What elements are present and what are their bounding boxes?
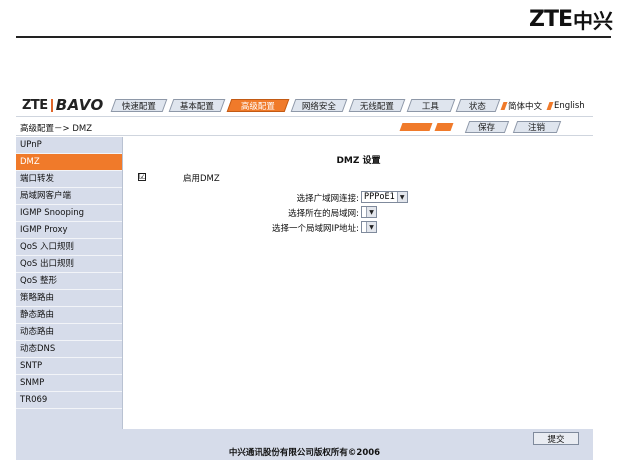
sidebar-item-igmp-proxy[interactable]: IGMP Proxy (16, 222, 122, 239)
wan-connection-select[interactable]: PPPoE1 ▼ (361, 191, 408, 203)
logout-button[interactable]: 注销 (512, 121, 562, 133)
header-divider (16, 36, 611, 38)
tab-label: 高级配置 (240, 101, 275, 112)
breadcrumb-bar: 高级配置－> DMZ 保存 注销 (16, 118, 593, 136)
sidebar-item-tr069[interactable]: TR069 (16, 392, 122, 409)
sidebar-item-dynamic-dns[interactable]: 动态DNS (16, 341, 122, 358)
sidebar-item-dynamic-routing[interactable]: 动态路由 (16, 324, 122, 341)
tab-label: 基本配置 (179, 101, 214, 112)
sidebar-item-snmp[interactable]: SNMP (16, 375, 122, 392)
save-button-label: 保存 (478, 123, 496, 133)
tab-status[interactable]: 状态 (455, 99, 501, 112)
lan-ip-label: 选择一个局域网IP地址: (272, 224, 359, 234)
enable-dmz-checkbox[interactable]: ☑ (138, 173, 146, 181)
lan-select[interactable]: ▼ (361, 206, 377, 218)
tab-wireless[interactable]: 无线配置 (348, 99, 406, 112)
sidebar-item-static-routing[interactable]: 静态路由 (16, 307, 122, 324)
language-chinese[interactable]: 简体中文 (500, 100, 543, 112)
sidebar-item-sntp[interactable]: SNTP (16, 358, 122, 375)
sidebar-menu: UPnP DMZ 端口转发 局域网客户端 IGMP Snooping IGMP … (16, 137, 122, 460)
chevron-down-icon: ▼ (396, 192, 407, 202)
page-title: DMZ 设置 (336, 156, 381, 166)
sidebar-item-lan-clients[interactable]: 局域网客户端 (16, 188, 122, 205)
app-logo-zte: ZTE (22, 97, 48, 113)
language-marker-icon (500, 102, 508, 110)
sidebar-item-upnp[interactable]: UPnP (16, 137, 122, 154)
tab-basic-setup[interactable]: 基本配置 (168, 99, 226, 112)
lan-ip-select[interactable]: ▼ (361, 221, 377, 233)
tab-label: 状态 (469, 101, 487, 112)
sidebar-item-qos-egress[interactable]: QoS 出口规则 (16, 256, 122, 273)
wan-connection-value: PPPoE1 (364, 192, 395, 202)
breadcrumb: 高级配置－> DMZ (20, 124, 93, 134)
logout-button-label: 注销 (528, 123, 546, 133)
tab-label: 无线配置 (359, 101, 394, 112)
chevron-down-icon: ▼ (366, 222, 376, 232)
copyright-footer: 中兴通讯股份有限公司版权所有©2006 (16, 447, 593, 460)
zte-brand-logo: ZTE 中兴 (529, 6, 613, 33)
tab-security[interactable]: 网络安全 (290, 99, 348, 112)
sidebar-item-igmp-snooping[interactable]: IGMP Snooping (16, 205, 122, 222)
chevron-down-icon: ▼ (366, 207, 376, 217)
router-admin-app: ZTE BAVO 快速配置 基本配置 高级配置 网络安全 无线配置 工具 状态 … (16, 94, 593, 460)
app-logo: ZTE BAVO (22, 96, 104, 114)
tab-tools[interactable]: 工具 (406, 99, 456, 112)
sidebar-item-qos-ingress[interactable]: QoS 入口规则 (16, 239, 122, 256)
logo-separator (50, 98, 53, 112)
tab-label: 网络安全 (301, 101, 336, 112)
sidebar-item-qos-shaping[interactable]: QoS 整形 (16, 273, 122, 290)
decorative-stripe (399, 123, 433, 131)
wan-connection-label: 选择广域网连接: (296, 194, 359, 204)
decorative-stripe (434, 123, 454, 131)
tab-label: 工具 (422, 101, 440, 112)
submit-button[interactable]: 提交 (533, 432, 579, 445)
app-logo-bavo: BAVO (55, 96, 104, 114)
brand-chinese: 中兴 (573, 8, 613, 33)
lan-select-label: 选择所在的局域网: (288, 209, 359, 219)
tab-label: 快速配置 (121, 101, 156, 112)
action-bar: 提交 (122, 429, 593, 447)
language-english[interactable]: English (546, 100, 585, 112)
sidebar-item-policy-routing[interactable]: 策略路由 (16, 290, 122, 307)
sidebar-item-port-forwarding[interactable]: 端口转发 (16, 171, 122, 188)
top-nav-bar: ZTE BAVO 快速配置 基本配置 高级配置 网络安全 无线配置 工具 状态 … (16, 94, 593, 117)
language-chinese-label: 简体中文 (508, 102, 543, 112)
brand-latin: ZTE (529, 6, 573, 32)
main-content: DMZ 设置 ☑ 启用DMZ 选择广域网连接: PPPoE1 ▼ 选择所在的局域… (122, 137, 593, 429)
enable-dmz-label: 启用DMZ (183, 174, 220, 184)
tab-quick-setup[interactable]: 快速配置 (110, 99, 168, 112)
tab-advanced-setup[interactable]: 高级配置 (226, 99, 290, 112)
save-button[interactable]: 保存 (464, 121, 510, 133)
language-english-label: English (554, 101, 585, 111)
sidebar-item-dmz[interactable]: DMZ (16, 154, 122, 171)
language-marker-icon (546, 102, 554, 110)
